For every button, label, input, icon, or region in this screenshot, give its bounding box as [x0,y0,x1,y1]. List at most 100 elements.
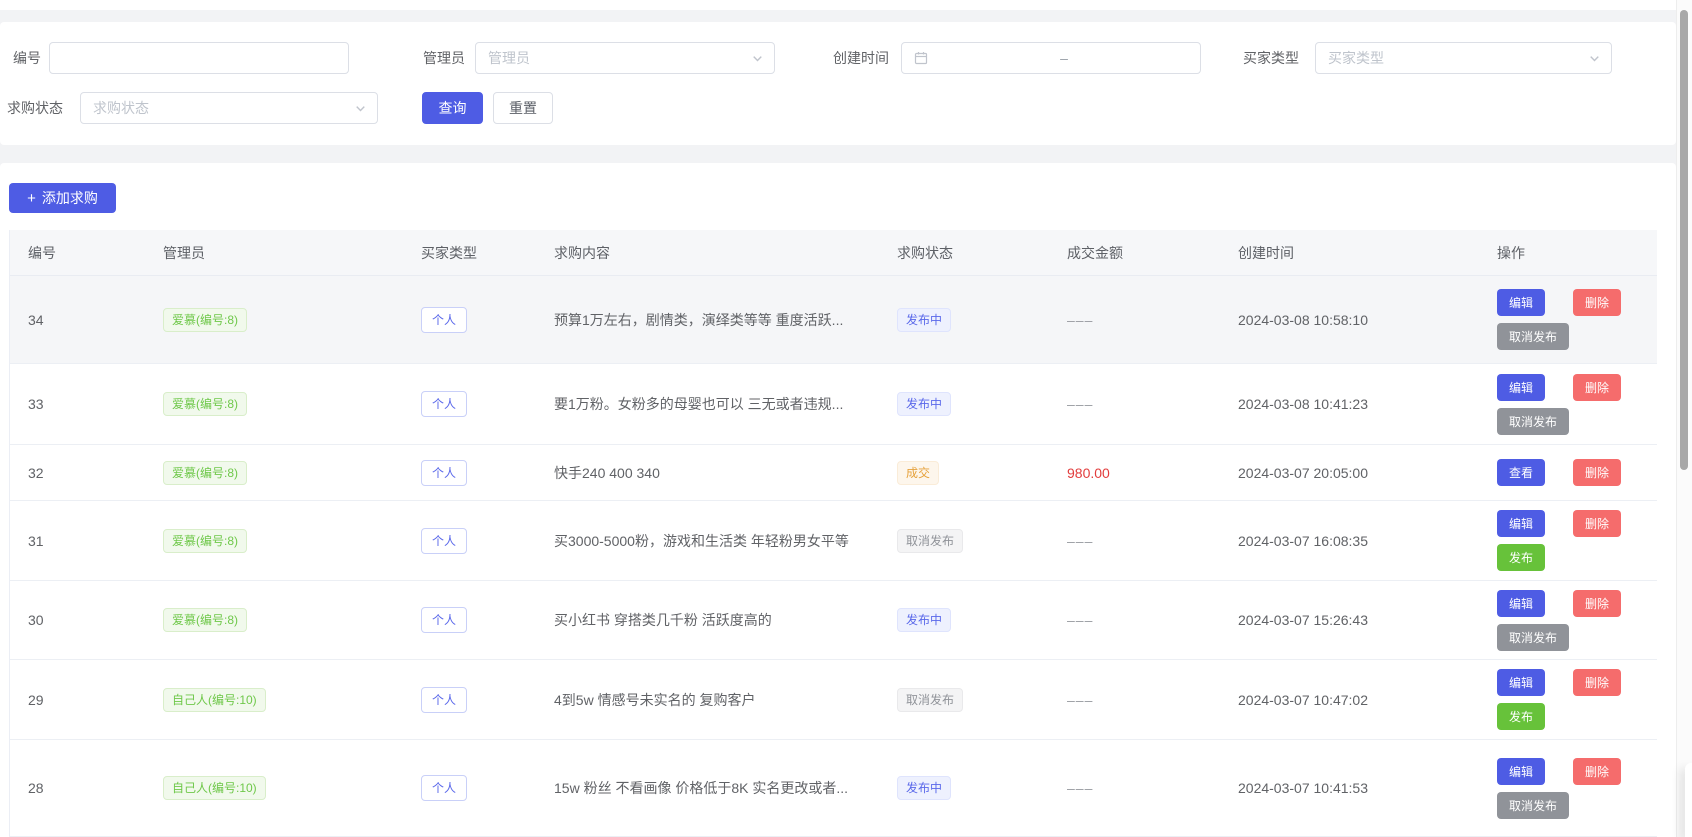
action-button-primary[interactable]: 编辑 [1497,510,1545,537]
request-content: 要1万粉。女粉多的母婴也可以 三无或者违规... [554,394,843,414]
action-button-success[interactable]: 发布 [1497,703,1545,730]
chevron-down-icon [751,52,764,65]
table-body: 34 爱慕(编号:8) 个人 预算1万左右，剧情类，演绎类等等 重度活跃... … [10,276,1657,837]
action-button-danger[interactable]: 删除 [1573,289,1621,316]
created-time: 2024-03-07 15:26:43 [1238,612,1368,628]
created-time-filter-label: 创建时间 [833,42,889,74]
buyer-type-tag: 个人 [421,307,467,333]
action-button-danger[interactable]: 删除 [1573,459,1621,486]
add-request-button[interactable]: + 添加求购 [9,183,116,213]
admin-tag: 自己人(编号:10) [163,688,266,712]
id-input[interactable] [49,42,349,74]
action-button-info[interactable]: 取消发布 [1497,792,1569,819]
row-actions: 编辑 删除发布 [1497,660,1621,739]
buyer-type-tag: 个人 [421,607,467,633]
row-id: 31 [28,533,44,549]
reset-button[interactable]: 重置 [493,92,553,124]
filter-panel: 编号 管理员 管理员 创建时间 – 买家类型 买家类型 求购状态 求购状态 查询… [0,22,1676,145]
col-header-buyer-type: 买家类型 [421,230,477,276]
request-content: 预算1万左右，剧情类，演绎类等等 重度活跃... [554,310,843,330]
action-button-primary[interactable]: 编辑 [1497,289,1545,316]
status-filter-label: 求购状态 [7,92,63,124]
row-id: 34 [28,312,44,328]
row-actions: 编辑 删除取消发布 [1497,581,1621,659]
created-time: 2024-03-07 10:41:53 [1238,780,1368,796]
created-time: 2024-03-08 10:41:23 [1238,396,1368,412]
deal-amount: 980.00 [1067,465,1110,481]
vertical-scrollbar-thumb[interactable] [1680,10,1688,470]
action-button-danger[interactable]: 删除 [1573,758,1621,785]
admin-tag: 爱慕(编号:8) [163,529,247,553]
col-header-actions: 操作 [1497,230,1525,276]
created-time: 2024-03-07 10:47:02 [1238,692,1368,708]
admin-tag: 爱慕(编号:8) [163,461,247,485]
status-tag: 成交 [897,461,939,485]
buyer-type-select-placeholder: 买家类型 [1316,48,1588,68]
admin-tag: 爱慕(编号:8) [163,392,247,416]
action-button-info[interactable]: 取消发布 [1497,624,1569,651]
action-button-danger[interactable]: 删除 [1573,669,1621,696]
row-id: 30 [28,612,44,628]
action-button-info[interactable]: 取消发布 [1497,408,1569,435]
buyer-type-tag: 个人 [421,528,467,554]
action-button-primary[interactable]: 编辑 [1497,758,1545,785]
col-header-admin: 管理员 [163,230,205,276]
action-button-primary[interactable]: 编辑 [1497,669,1545,696]
deal-amount: ––– [1067,612,1093,628]
request-content: 快手240 400 340 [554,463,660,483]
floating-widget-edge[interactable] [1685,763,1692,837]
requests-table: 编号 管理员 买家类型 求购内容 求购状态 成交金额 创建时间 操作 34 爱慕… [9,230,1657,837]
topbar-remnant [0,0,1676,10]
table-row: 28 自己人(编号:10) 个人 15w 粉丝 不看画像 价格低于8K 实名更改… [10,740,1657,837]
action-button-primary[interactable]: 编辑 [1497,590,1545,617]
action-button-success[interactable]: 发布 [1497,544,1545,571]
date-range-separator: – [1019,50,1110,66]
action-button-info[interactable]: 取消发布 [1497,323,1569,350]
buyer-type-tag: 个人 [421,460,467,486]
search-button[interactable]: 查询 [422,92,483,124]
action-button-danger[interactable]: 删除 [1573,510,1621,537]
admin-tag: 爱慕(编号:8) [163,608,247,632]
buyer-type-tag: 个人 [421,391,467,417]
col-header-amount: 成交金额 [1067,230,1123,276]
status-select[interactable]: 求购状态 [80,92,378,124]
admin-select[interactable]: 管理员 [475,42,775,74]
buyer-type-filter-label: 买家类型 [1243,42,1299,74]
status-select-placeholder: 求购状态 [81,98,354,118]
row-actions: 编辑 删除取消发布 [1497,276,1621,363]
action-button-danger[interactable]: 删除 [1573,590,1621,617]
col-header-status: 求购状态 [897,230,953,276]
table-row: 34 爱慕(编号:8) 个人 预算1万左右，剧情类，演绎类等等 重度活跃... … [10,276,1657,364]
vertical-scrollbar-track[interactable] [1676,0,1692,837]
status-tag: 发布中 [897,392,951,416]
row-id: 32 [28,465,44,481]
buyer-type-select[interactable]: 买家类型 [1315,42,1612,74]
chevron-down-icon [354,102,367,115]
table-row: 33 爱慕(编号:8) 个人 要1万粉。女粉多的母婴也可以 三无或者违规... … [10,364,1657,445]
table-row: 30 爱慕(编号:8) 个人 买小红书 穿搭类几千粉 活跃度高的 发布中 –––… [10,581,1657,660]
col-header-id: 编号 [28,230,56,276]
created-time: 2024-03-07 16:08:35 [1238,533,1368,549]
table-row: 29 自己人(编号:10) 个人 4到5w 情感号未实名的 复购客户 取消发布 … [10,660,1657,740]
row-actions: 编辑 删除发布 [1497,501,1621,580]
created-time: 2024-03-08 10:58:10 [1238,312,1368,328]
status-tag: 发布中 [897,776,951,800]
admin-tag: 自己人(编号:10) [163,776,266,800]
created-time-range-picker[interactable]: – [901,42,1201,74]
col-header-content: 求购内容 [554,230,610,276]
row-id: 33 [28,396,44,412]
admin-select-placeholder: 管理员 [476,48,751,68]
plus-icon: + [27,191,36,206]
buyer-type-tag: 个人 [421,687,467,713]
created-time: 2024-03-07 20:05:00 [1238,465,1368,481]
request-content: 买3000-5000粉，游戏和生活类 年轻粉男女平等 [554,531,849,551]
action-button-primary[interactable]: 编辑 [1497,374,1545,401]
id-filter-label: 编号 [13,42,41,74]
action-button-primary[interactable]: 查看 [1497,459,1545,486]
deal-amount: ––– [1067,396,1093,412]
action-button-danger[interactable]: 删除 [1573,374,1621,401]
chevron-down-icon [1588,52,1601,65]
status-tag: 取消发布 [897,688,963,712]
deal-amount: ––– [1067,780,1093,796]
row-id: 29 [28,692,44,708]
